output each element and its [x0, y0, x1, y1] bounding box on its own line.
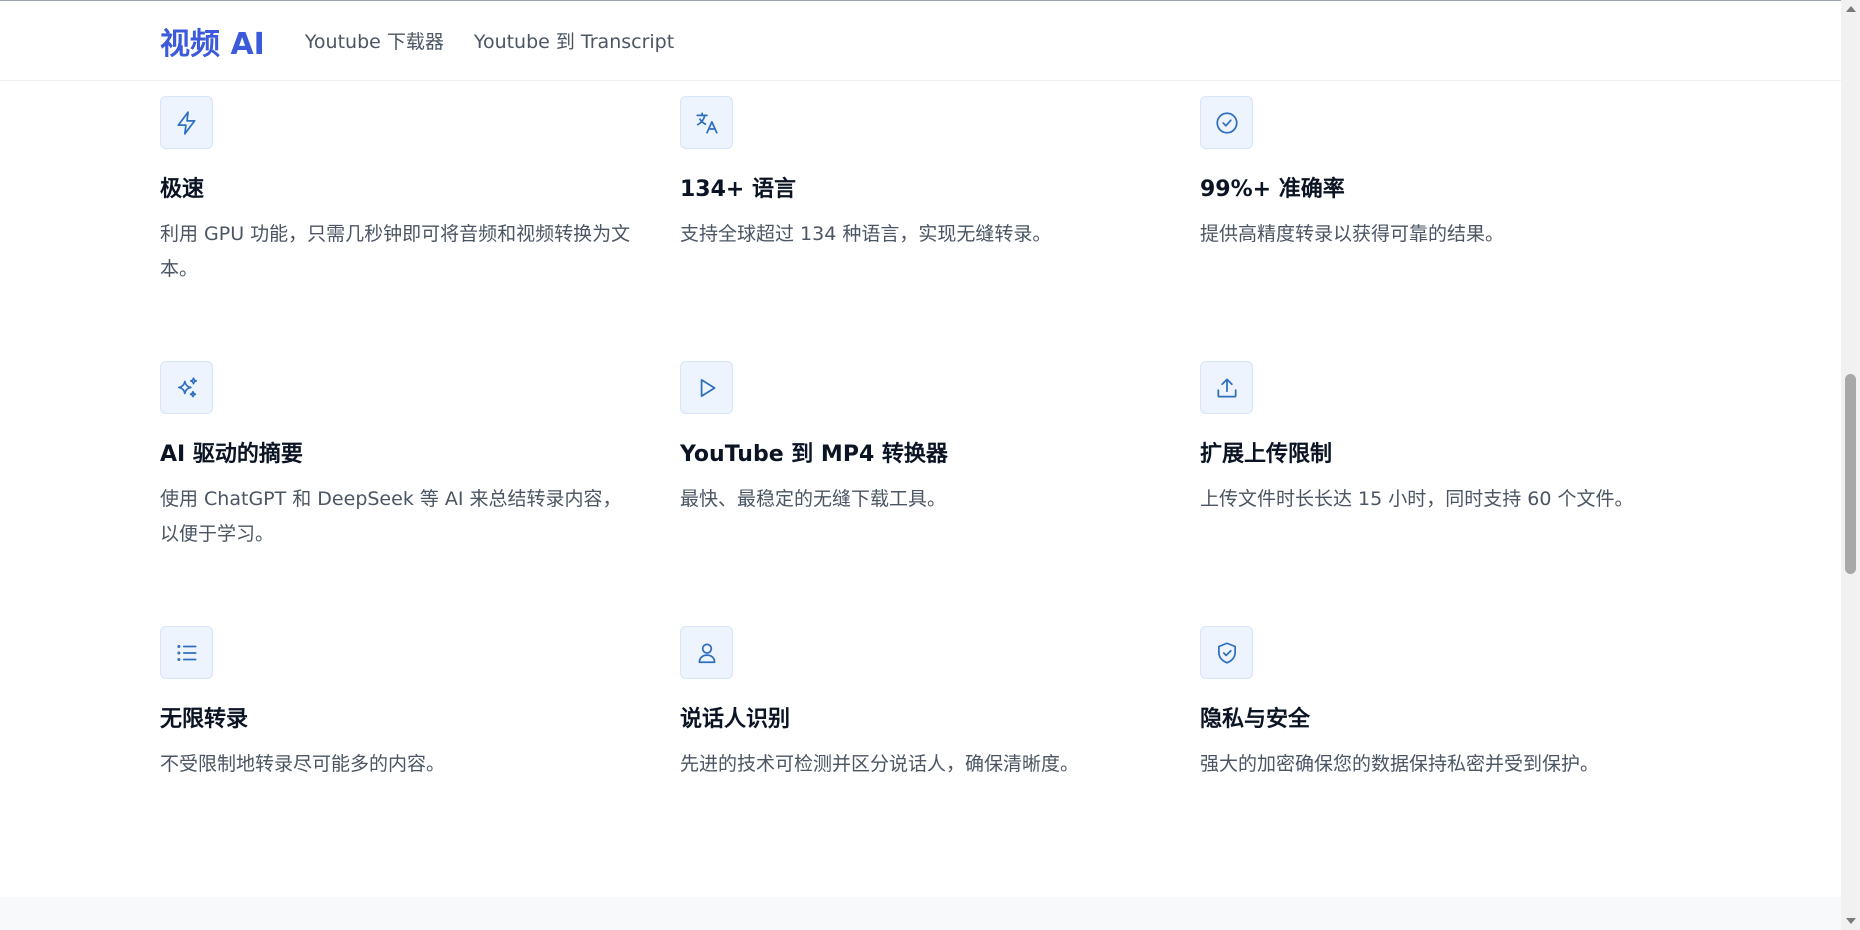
feature-description: 强大的加密确保您的数据保持私密并受到保护。 — [1200, 753, 1600, 775]
feature-description: 先进的技术可检测并区分说话人，确保清晰度。 — [680, 753, 1080, 775]
play-icon — [680, 361, 733, 414]
feature-card: 134+ 语言 支持全球超过 134 种语言，实现无缝转录。 — [680, 96, 1160, 252]
feature-card: 隐私与安全 强大的加密确保您的数据保持私密并受到保护。 — [1200, 626, 1680, 782]
vertical-scrollbar[interactable] — [1841, 0, 1860, 930]
list-icon — [160, 626, 213, 679]
feature-description: 利用 GPU 功能，只需几秒钟即可将音频和视频转换为文本。 — [160, 223, 631, 280]
feature-title: 隐私与安全 — [1200, 707, 1311, 732]
shield-check-icon — [1200, 626, 1253, 679]
feature-title: YouTube 到 MP4 转换器 — [680, 442, 948, 467]
feature-card: AI 驱动的摘要 使用 ChatGPT 和 DeepSeek 等 AI 来总结转… — [160, 361, 640, 552]
footer-edge — [0, 897, 1841, 930]
scroll-up-icon[interactable] — [1846, 6, 1856, 12]
page: 视频 AI Youtube 下载器 Youtube 到 Transcript 极… — [0, 0, 1860, 930]
feature-card: 99%+ 准确率 提供高精度转录以获得可靠的结果。 — [1200, 96, 1680, 252]
feature-title: 说话人识别 — [680, 707, 791, 732]
feature-description: 使用 ChatGPT 和 DeepSeek 等 AI 来总结转录内容，以便于学习… — [160, 488, 622, 545]
feature-description: 最快、最稳定的无缝下载工具。 — [680, 488, 947, 510]
sparkles-icon — [160, 361, 213, 414]
feature-description: 不受限制地转录尽可能多的内容。 — [160, 753, 446, 775]
check-circle-icon — [1200, 96, 1253, 149]
feature-description: 提供高精度转录以获得可靠的结果。 — [1200, 223, 1505, 245]
feature-card: 极速 利用 GPU 功能，只需几秒钟即可将音频和视频转换为文本。 — [160, 96, 640, 287]
feature-card: 无限转录 不受限制地转录尽可能多的内容。 — [160, 626, 640, 782]
feature-card: YouTube 到 MP4 转换器 最快、最稳定的无缝下载工具。 — [680, 361, 1160, 517]
lightning-icon — [160, 96, 213, 149]
feature-card: 说话人识别 先进的技术可检测并区分说话人，确保清晰度。 — [680, 626, 1160, 782]
user-icon — [680, 626, 733, 679]
site-logo[interactable]: 视频 AI — [160, 19, 265, 63]
scrollbar-thumb[interactable] — [1845, 374, 1856, 574]
feature-title: 扩展上传限制 — [1200, 442, 1333, 467]
translate-icon — [680, 96, 733, 149]
feature-title: 极速 — [160, 177, 205, 202]
nav-youtube-downloader[interactable]: Youtube 下载器 — [305, 27, 444, 54]
nav-youtube-to-transcript[interactable]: Youtube 到 Transcript — [474, 27, 674, 54]
feature-description: 上传文件时长长达 15 小时，同时支持 60 个文件。 — [1200, 488, 1634, 510]
feature-title: 134+ 语言 — [680, 177, 797, 202]
feature-title: 无限转录 — [160, 707, 249, 732]
feature-card: 扩展上传限制 上传文件时长长达 15 小时，同时支持 60 个文件。 — [1200, 361, 1680, 517]
feature-title: 99%+ 准确率 — [1200, 177, 1345, 202]
site-header: 视频 AI Youtube 下载器 Youtube 到 Transcript — [0, 1, 1841, 81]
feature-title: AI 驱动的摘要 — [160, 442, 303, 467]
scroll-down-icon[interactable] — [1846, 918, 1856, 924]
feature-description: 支持全球超过 134 种语言，实现无缝转录。 — [680, 223, 1052, 245]
upload-icon — [1200, 361, 1253, 414]
